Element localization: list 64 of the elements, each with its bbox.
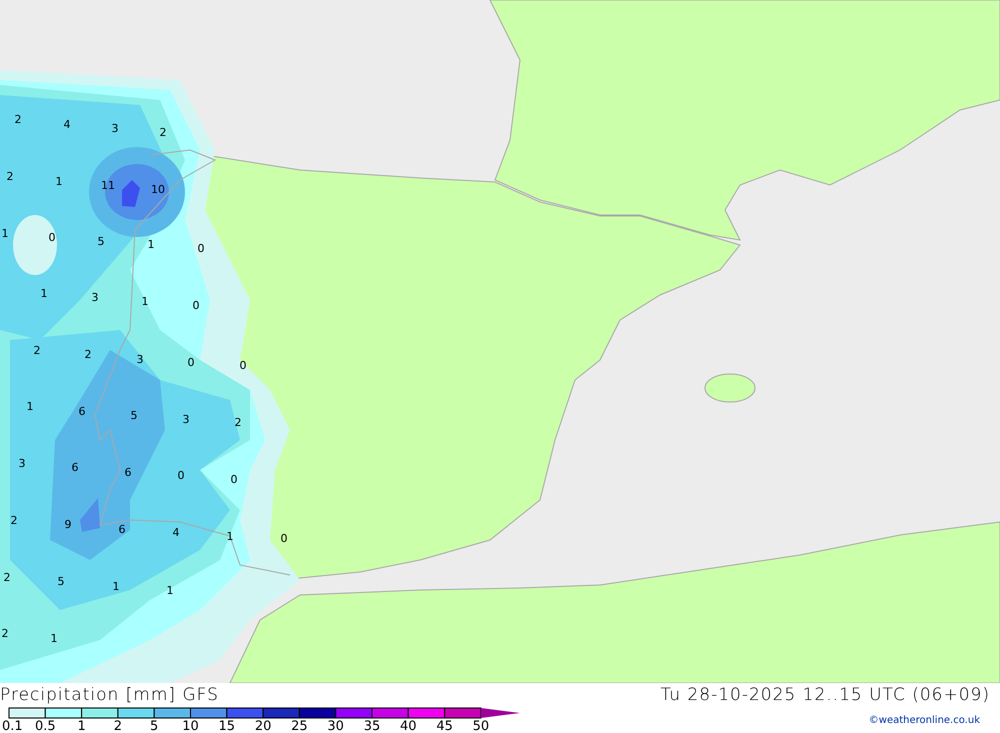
scale-arrow	[481, 708, 520, 718]
legend-label: 40	[400, 720, 417, 733]
precipitation-value: 4	[64, 118, 70, 131]
precipitation-value: 3	[18, 457, 26, 470]
precipitation-value: 3	[112, 122, 118, 135]
credit-link[interactable]: ©weatheronline.co.uk	[868, 714, 980, 726]
precipitation-value: 0	[280, 532, 288, 545]
precipitation-value: 1	[166, 584, 174, 597]
precipitation-value: 3	[92, 291, 98, 304]
legend-label: 50	[472, 720, 490, 733]
precipitation-value: 2	[4, 571, 10, 584]
precipitation-value: 1	[148, 238, 154, 251]
precipitation-value: 3	[182, 413, 190, 426]
precipitation-value: 2	[14, 113, 22, 126]
island	[704, 374, 756, 402]
precipitation-value: 11	[101, 179, 115, 192]
precipitation-value: 1	[112, 580, 120, 593]
legend-label: 25	[291, 720, 308, 733]
precipitation-value: 0	[48, 231, 56, 244]
legend-label: 45	[436, 720, 453, 733]
precipitation-value: 0	[240, 359, 246, 372]
precipitation-value: 1	[226, 530, 234, 543]
precipitation-value: 1	[56, 175, 62, 188]
precipitation-value: 1	[142, 295, 148, 308]
legend-label: 0.5	[34, 720, 56, 733]
precipitation-value: 6	[124, 466, 132, 479]
precipitation-value: 4	[172, 526, 180, 539]
precipitation-value: 2	[34, 344, 40, 357]
precipitation-area	[13, 215, 57, 275]
precipitation-value: 6	[78, 405, 86, 418]
precipitation-value: 0	[192, 299, 200, 312]
precipitation-value: 1	[26, 400, 34, 413]
precipitation-value: 5	[98, 235, 104, 248]
legend-label: 15	[218, 720, 236, 733]
precipitation-value: 9	[64, 518, 72, 531]
precipitation-value: 6	[118, 523, 126, 536]
precipitation-value: 0	[188, 356, 194, 369]
legend-label: 20	[254, 720, 272, 733]
precipitation-value: 1	[2, 227, 8, 240]
map-title: Precipitation [mm] GFS	[0, 685, 219, 705]
precipitation-value: 1	[40, 287, 48, 300]
precipitation-value: 3	[136, 353, 144, 366]
precipitation-value: 0	[230, 473, 238, 486]
legend-label: 2	[114, 720, 122, 733]
precipitation-value: 2	[6, 170, 14, 183]
precipitation-value: 2	[160, 126, 166, 139]
legend-label: 1	[77, 720, 86, 733]
legend-label: 30	[327, 720, 344, 733]
precipitation-value: 5	[130, 409, 138, 422]
precipitation-value: 10	[151, 183, 165, 196]
precipitation-value: 2	[2, 627, 8, 640]
precipitation-value: 2	[10, 514, 18, 527]
precipitation-value: 5	[58, 575, 64, 588]
precipitation-value: 1	[50, 632, 58, 645]
precipitation-value: 2	[84, 348, 92, 361]
legend-label: 35	[364, 720, 380, 733]
precipitation-value: 6	[72, 461, 78, 474]
legend-label: 0.1	[2, 720, 23, 733]
valid-time: Tu 28-10-2025 12..15 UTC (06+09)	[660, 685, 990, 705]
legend-label: 5	[150, 720, 158, 733]
legend-label: 10	[182, 720, 199, 733]
precipitation-value: 2	[234, 416, 242, 429]
precipitation-value: 0	[198, 242, 204, 255]
precipitation-value: 0	[178, 469, 184, 482]
